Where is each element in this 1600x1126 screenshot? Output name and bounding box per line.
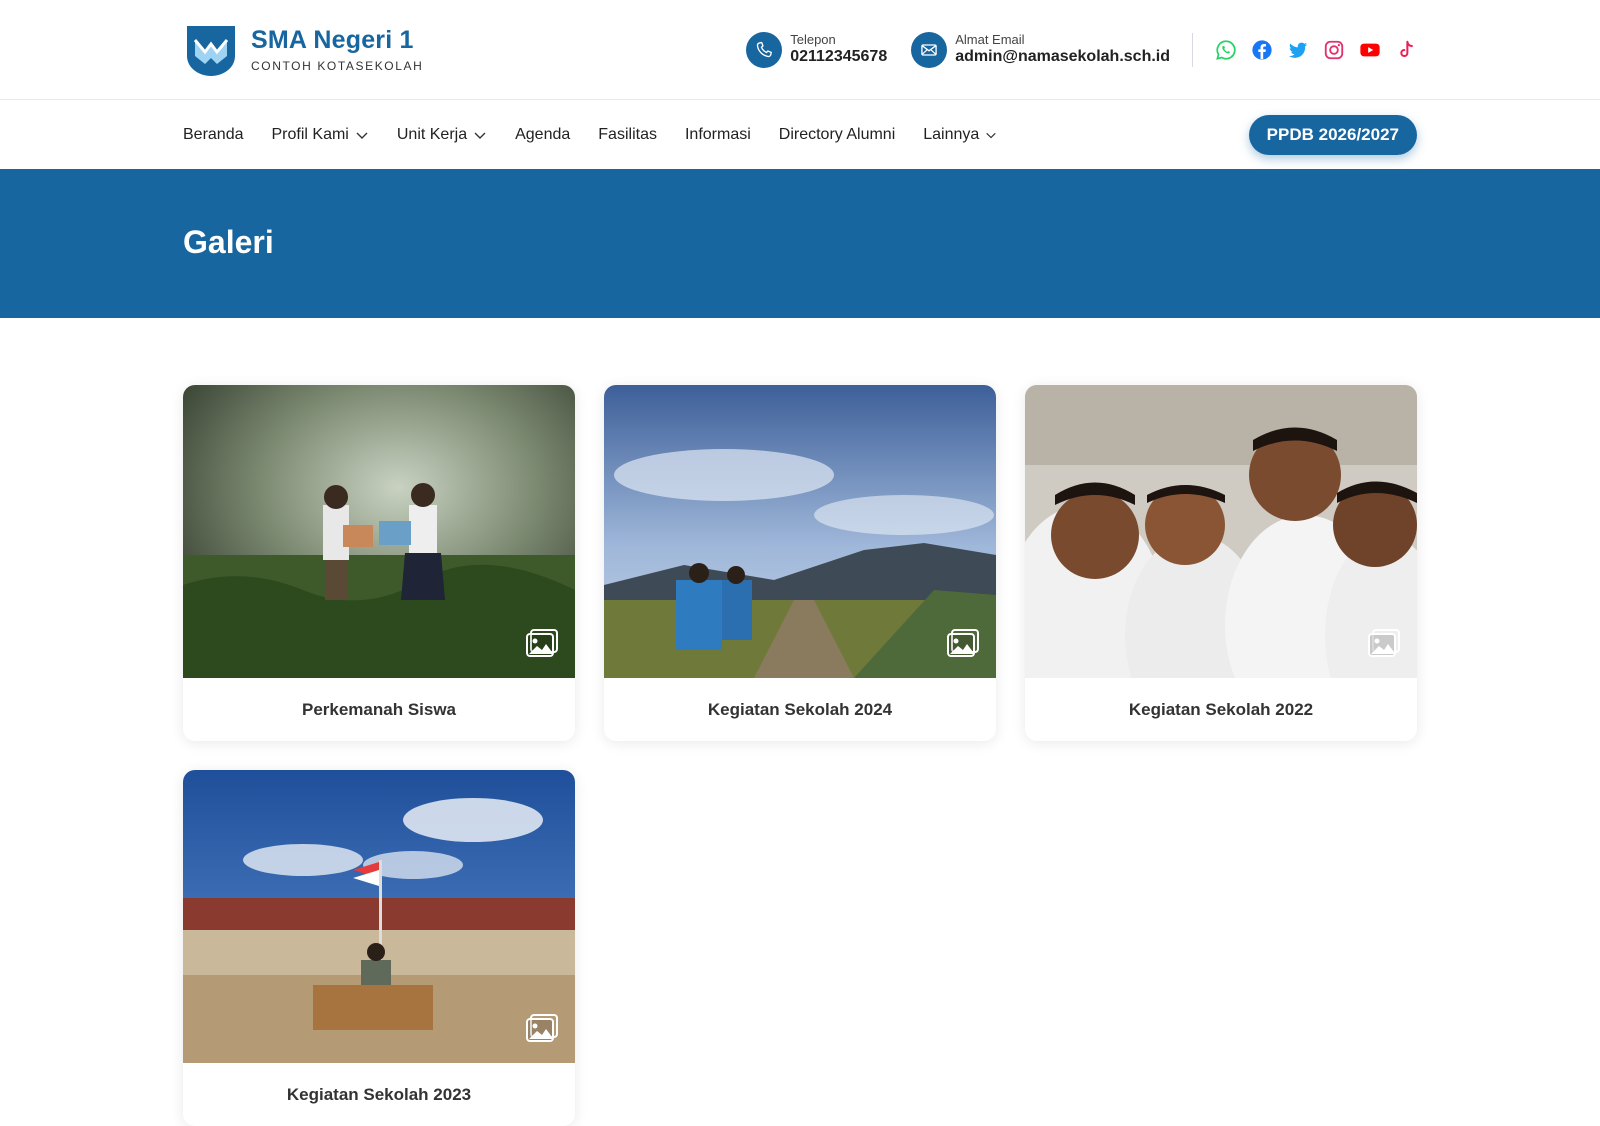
nav-menu: Beranda Profil Kami Unit Kerja Agenda Fa… xyxy=(183,126,1025,144)
social-links xyxy=(1215,39,1417,61)
phone-label: Telepon xyxy=(790,31,836,47)
gallery-card[interactable]: Kegiatan Sekolah 2024 xyxy=(604,385,996,741)
nav-label: Profil Kami xyxy=(271,125,349,143)
nav-label: Agenda xyxy=(515,125,571,143)
gallery-card-title: Kegiatan Sekolah 2023 xyxy=(286,1084,472,1104)
school-logo-icon xyxy=(187,26,235,76)
facebook-icon[interactable] xyxy=(1251,39,1273,61)
youtube-icon[interactable] xyxy=(1359,39,1381,61)
school-name: SMA Negeri 1 xyxy=(251,26,414,55)
gallery-photo xyxy=(604,385,996,678)
page-title: Galeri xyxy=(183,224,274,260)
nav-item-informasi[interactable]: Informasi xyxy=(685,126,751,144)
gallery-card[interactable]: Kegiatan Sekolah 2023 xyxy=(183,770,575,1126)
gallery-photo xyxy=(183,385,575,678)
nav-label: Directory Alumni xyxy=(778,125,896,143)
image-gallery-icon xyxy=(947,629,979,657)
phone-icon xyxy=(746,31,783,68)
nav-item-directory-alumni[interactable]: Directory Alumni xyxy=(779,126,895,144)
gallery-photo xyxy=(1025,385,1417,678)
top-header: SMA Negeri 1 CONTOH KOTASEKOLAH Telepon … xyxy=(0,0,1600,100)
nav-label: Fasilitas xyxy=(598,125,657,143)
chevron-down-icon xyxy=(986,132,997,138)
instagram-icon[interactable] xyxy=(1323,39,1345,61)
gallery-card-title: Kegiatan Sekolah 2022 xyxy=(1128,699,1314,719)
email-contact[interactable]: Almat Email admin@namasekolah.sch.id xyxy=(911,32,1170,68)
twitter-icon[interactable] xyxy=(1287,39,1309,61)
phone-value: 02112345678 xyxy=(790,48,888,66)
image-gallery-icon xyxy=(1368,629,1400,657)
nav-label: Lainnya xyxy=(923,125,980,143)
main-nav: Beranda Profil Kami Unit Kerja Agenda Fa… xyxy=(0,100,1600,169)
contact-info: Telepon 02112345678 Almat Email admin@na… xyxy=(746,32,1417,68)
whatsapp-icon[interactable] xyxy=(1215,39,1237,61)
nav-item-fasilitas[interactable]: Fasilitas xyxy=(598,126,657,144)
gallery-card-title: Perkemanah Siswa xyxy=(301,699,457,719)
school-city: CONTOH KOTASEKOLAH xyxy=(251,58,424,73)
mail-icon xyxy=(911,31,948,68)
ppdb-button[interactable]: PPDB 2026/2027 xyxy=(1248,114,1417,155)
chevron-down-icon xyxy=(474,132,486,139)
gallery-card[interactable]: Perkemanah Siswa xyxy=(183,385,575,741)
nav-item-beranda[interactable]: Beranda xyxy=(183,126,244,144)
image-gallery-icon xyxy=(526,1014,558,1042)
nav-item-agenda[interactable]: Agenda xyxy=(515,126,570,144)
nav-label: Beranda xyxy=(183,125,244,143)
gallery-photo xyxy=(183,770,575,1063)
brand[interactable]: SMA Negeri 1 CONTOH KOTASEKOLAH xyxy=(183,22,423,78)
image-gallery-icon xyxy=(526,629,558,657)
nav-label: Unit Kerja xyxy=(396,125,468,143)
tiktok-icon[interactable] xyxy=(1395,39,1417,61)
nav-item-profil-kami[interactable]: Profil Kami xyxy=(272,126,369,144)
email-value: admin@namasekolah.sch.id xyxy=(955,48,1170,66)
email-label: Almat Email xyxy=(955,31,1025,47)
gallery-card-title: Kegiatan Sekolah 2024 xyxy=(707,699,893,719)
nav-label: Informasi xyxy=(684,125,751,143)
chevron-down-icon xyxy=(356,132,368,139)
page-banner: Galeri xyxy=(0,169,1600,318)
phone-contact[interactable]: Telepon 02112345678 xyxy=(746,32,887,68)
nav-item-lainnya[interactable]: Lainnya xyxy=(923,126,997,144)
nav-item-unit-kerja[interactable]: Unit Kerja xyxy=(397,126,487,144)
header-divider xyxy=(1192,32,1193,67)
gallery-card[interactable]: Kegiatan Sekolah 2022 xyxy=(1025,385,1417,741)
